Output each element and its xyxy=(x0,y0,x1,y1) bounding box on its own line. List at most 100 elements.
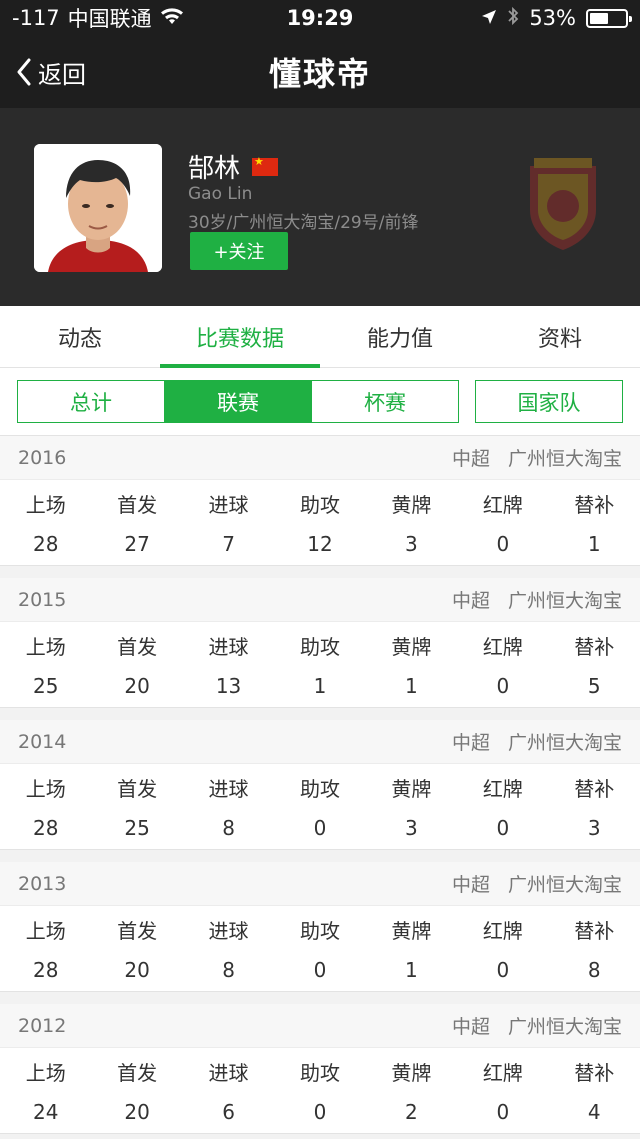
stat-value: 24 xyxy=(32,1100,59,1124)
stat-label: 上场 xyxy=(25,493,66,517)
app-header: -117 中国联通 19:29 53% 返回 懂球帝 xyxy=(0,0,640,108)
player-profile: 郜林 Gao Lin 30岁/广州恒大淘宝/29号/前锋 +关注 xyxy=(0,108,640,306)
tab-match-stats[interactable]: 比赛数据 xyxy=(160,306,320,368)
season-team: 广州恒大淘宝 xyxy=(507,448,622,470)
segment-national-team[interactable]: 国家队 xyxy=(475,380,623,423)
season-block: 2016 中超 广州恒大淘宝 上场 28 首发 27 进球 7 助攻 12 黄牌 3 红牌 0 替补 1 xyxy=(0,436,640,566)
season-block: 2012 中超 广州恒大淘宝 上场 24 首发 20 进球 6 助攻 0 黄牌 2 红牌 0 替补 4 xyxy=(0,1004,640,1134)
stat-value: 12 xyxy=(307,532,333,556)
segment-league[interactable]: 联赛 xyxy=(164,380,312,423)
stat-cell: 首发 20 xyxy=(91,1048,182,1133)
club-crest-icon xyxy=(524,152,602,252)
stat-cell: 黄牌 3 xyxy=(366,764,457,849)
stat-value: 1 xyxy=(313,674,327,698)
china-flag-icon xyxy=(252,155,279,176)
stat-cell: 助攻 0 xyxy=(274,764,365,849)
competition-filter: 总计 联赛 杯赛 国家队 xyxy=(0,368,640,436)
stat-value: 8 xyxy=(222,958,235,982)
chevron-left-icon xyxy=(17,58,31,86)
stat-value: 3 xyxy=(405,816,418,840)
segment-cup[interactable]: 杯赛 xyxy=(311,380,459,423)
navigation-bar: 返回 懂球帝 xyxy=(0,36,640,108)
stat-value: 1 xyxy=(405,674,418,698)
stat-label: 进球 xyxy=(208,777,249,801)
app-title: 懂球帝 xyxy=(268,55,372,93)
stat-label: 黄牌 xyxy=(391,635,432,659)
season-block: 2013 中超 广州恒大淘宝 上场 28 首发 20 进球 8 助攻 0 黄牌 1 红牌 0 替补 8 xyxy=(0,862,640,992)
stat-value: 25 xyxy=(124,816,150,840)
season-stats-list: 2016 中超 广州恒大淘宝 上场 28 首发 27 进球 7 助攻 12 黄牌 3 红牌 0 替补 1 2015… xyxy=(0,436,640,1134)
stat-cell: 首发 25 xyxy=(91,764,182,849)
season-league: 中超 xyxy=(451,874,490,896)
stat-value: 7 xyxy=(222,532,235,556)
stat-label: 黄牌 xyxy=(391,919,432,943)
stat-value: 3 xyxy=(405,532,418,556)
stat-cell: 上场 25 xyxy=(0,622,91,707)
stat-cell: 进球 8 xyxy=(183,906,274,991)
stat-cell: 助攻 0 xyxy=(274,906,365,991)
stat-label: 助攻 xyxy=(299,635,340,659)
status-bar: -117 中国联通 19:29 53% xyxy=(0,0,640,36)
season-year: 2015 xyxy=(18,588,67,611)
stat-value: 0 xyxy=(496,1100,510,1124)
stat-cell: 红牌 0 xyxy=(457,906,548,991)
stat-cell: 上场 28 xyxy=(0,764,91,849)
stat-cell: 红牌 0 xyxy=(457,1048,548,1133)
stat-value: 0 xyxy=(313,958,327,982)
stat-label: 黄牌 xyxy=(391,777,432,801)
tab-news[interactable]: 动态 xyxy=(0,306,160,367)
stat-value: 28 xyxy=(32,532,59,556)
stat-cell: 替补 1 xyxy=(549,480,640,565)
season-stats: 上场 28 首发 27 进球 7 助攻 12 黄牌 3 红牌 0 替补 1 xyxy=(0,480,640,566)
stat-cell: 助攻 0 xyxy=(274,1048,365,1133)
stat-value: 0 xyxy=(313,816,327,840)
stat-value: 28 xyxy=(32,958,59,982)
player-name: 郜林 xyxy=(188,154,241,184)
player-info: 30岁/广州恒大淘宝/29号/前锋 xyxy=(188,213,419,233)
stat-value: 0 xyxy=(496,958,510,982)
stat-label: 红牌 xyxy=(482,777,523,801)
segment-total[interactable]: 总计 xyxy=(17,380,165,423)
back-button[interactable]: 返回 xyxy=(0,55,86,90)
stat-label: 黄牌 xyxy=(391,1061,432,1085)
stat-label: 首发 xyxy=(117,919,158,943)
stat-value: 20 xyxy=(124,674,150,698)
season-stats: 上场 25 首发 20 进球 13 助攻 1 黄牌 1 红牌 0 替补 5 xyxy=(0,622,640,708)
stat-cell: 红牌 0 xyxy=(457,764,548,849)
stat-cell: 首发 27 xyxy=(91,480,182,565)
stat-value: 0 xyxy=(496,674,510,698)
stat-label: 首发 xyxy=(117,493,158,517)
stat-cell: 进球 8 xyxy=(183,764,274,849)
season-league: 中超 xyxy=(451,590,490,612)
player-name-row: 郜林 xyxy=(188,148,279,185)
stat-cell: 黄牌 3 xyxy=(366,480,457,565)
stat-value: 1 xyxy=(405,958,418,982)
stat-value: 0 xyxy=(313,1100,327,1124)
season-stats: 上场 28 首发 25 进球 8 助攻 0 黄牌 3 红牌 0 替补 3 xyxy=(0,764,640,850)
tab-ability[interactable]: 能力值 xyxy=(320,306,480,367)
stat-value: 2 xyxy=(405,1100,418,1124)
stat-cell: 助攻 1 xyxy=(274,622,365,707)
stat-cell: 黄牌 2 xyxy=(366,1048,457,1133)
stat-cell: 进球 6 xyxy=(183,1048,274,1133)
stat-value: 25 xyxy=(32,674,59,698)
stat-label: 红牌 xyxy=(482,1061,523,1085)
stat-value: 0 xyxy=(496,816,510,840)
location-arrow-icon xyxy=(481,6,497,30)
stat-value: 8 xyxy=(587,958,601,982)
stat-cell: 上场 28 xyxy=(0,906,91,991)
stat-label: 首发 xyxy=(117,635,158,659)
stat-label: 红牌 xyxy=(482,635,523,659)
follow-button[interactable]: +关注 xyxy=(190,232,288,270)
stat-cell: 黄牌 1 xyxy=(366,906,457,991)
back-label: 返回 xyxy=(38,60,86,89)
stat-label: 黄牌 xyxy=(391,493,432,517)
stat-value: 0 xyxy=(496,532,510,556)
stat-value: 5 xyxy=(587,674,601,698)
stat-value: 20 xyxy=(124,1100,150,1124)
stat-cell: 替补 4 xyxy=(549,1048,640,1133)
season-league: 中超 xyxy=(451,1016,490,1038)
stat-cell: 替补 3 xyxy=(549,764,640,849)
tab-profile[interactable]: 资料 xyxy=(480,306,640,367)
stat-cell: 首发 20 xyxy=(91,906,182,991)
